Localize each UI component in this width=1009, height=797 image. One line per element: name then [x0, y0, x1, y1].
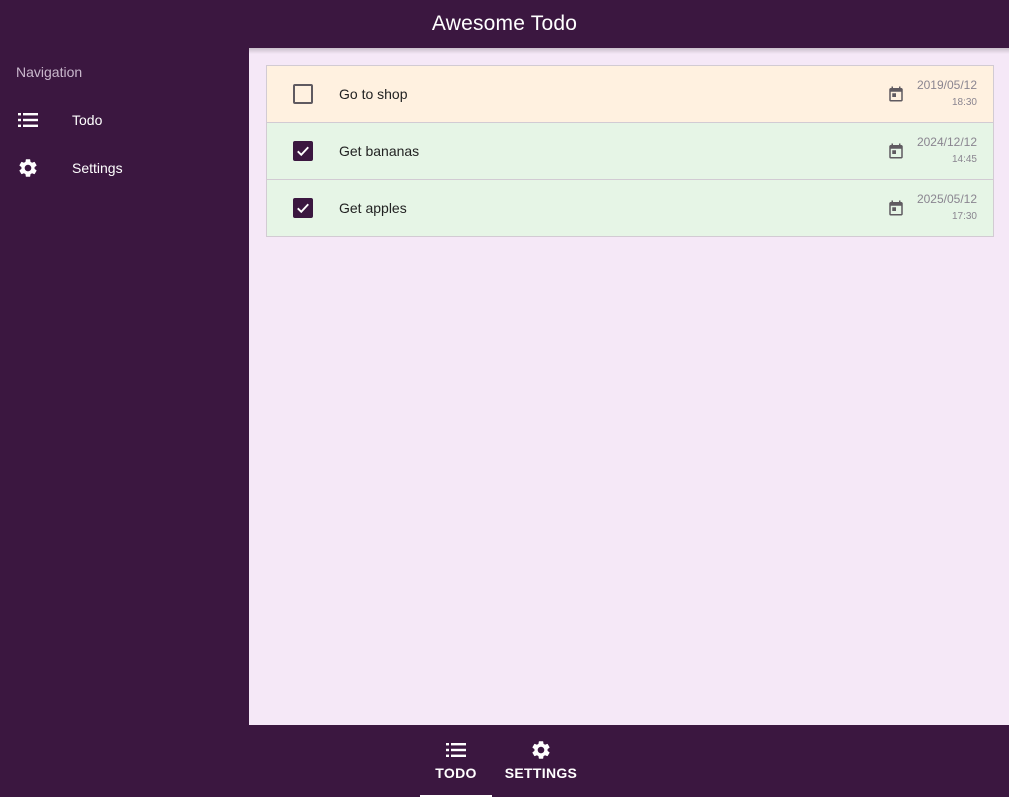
checkmark-icon	[297, 146, 309, 157]
list-icon	[17, 109, 39, 131]
app-bar: Awesome Todo	[0, 0, 1009, 48]
main-content: Go to shop 2019/05/12 18:30 Get bananas …	[249, 48, 1009, 725]
calendar-icon[interactable]	[887, 199, 905, 217]
tab-label: SETTINGS	[504, 765, 578, 781]
calendar-icon[interactable]	[887, 85, 905, 103]
bottom-navigation: TODO SETTINGS	[0, 725, 1009, 797]
app-title: Awesome Todo	[431, 12, 578, 35]
sidebar-item-label: Settings	[72, 160, 123, 176]
todo-list: Go to shop 2019/05/12 18:30 Get bananas …	[266, 65, 994, 237]
tab-todo[interactable]: TODO	[420, 725, 492, 797]
todo-time: 18:30	[951, 97, 977, 108]
todo-time: 14:45	[951, 154, 977, 165]
sidebar-item-settings[interactable]: Settings	[0, 144, 249, 192]
todo-text: Get bananas	[339, 143, 420, 159]
sidebar-item-todo[interactable]: Todo	[0, 96, 249, 144]
todo-text: Go to shop	[339, 86, 408, 102]
todo-date: 2025/05/12	[916, 192, 977, 206]
todo-text: Get apples	[339, 200, 407, 216]
gear-icon	[529, 739, 553, 761]
checkmark-icon	[297, 203, 309, 214]
todo-checkbox[interactable]	[293, 84, 313, 104]
app-root: Awesome Todo Navigation Todo Settings Go…	[0, 0, 1009, 797]
tab-label: TODO	[435, 765, 477, 781]
list-icon	[444, 739, 468, 761]
tab-settings[interactable]: SETTINGS	[498, 725, 584, 797]
todo-time: 17:30	[951, 211, 977, 222]
todo-row[interactable]: Get bananas 2024/12/12 14:45	[267, 123, 993, 180]
todo-date: 2019/05/12	[916, 78, 977, 92]
todo-row[interactable]: Go to shop 2019/05/12 18:30	[267, 66, 993, 123]
nav-header: Navigation	[16, 64, 83, 80]
todo-checkbox[interactable]	[293, 198, 313, 218]
gear-icon	[17, 157, 39, 179]
todo-date: 2024/12/12	[916, 135, 977, 149]
side-navigation: Navigation Todo Settings	[0, 48, 249, 725]
sidebar-item-label: Todo	[72, 112, 103, 128]
todo-row[interactable]: Get apples 2025/05/12 17:30	[267, 180, 993, 236]
calendar-icon[interactable]	[887, 142, 905, 160]
todo-checkbox[interactable]	[293, 141, 313, 161]
